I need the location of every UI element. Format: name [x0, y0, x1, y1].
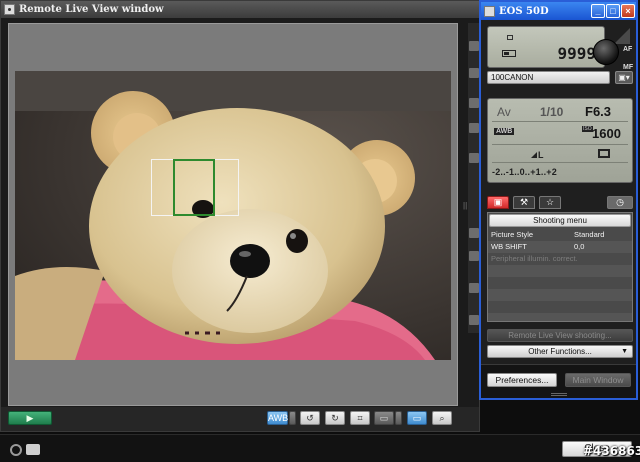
record-indicator-icon [10, 444, 22, 456]
other-functions-label: Other Functions... [528, 347, 592, 356]
menu-row-picture-style[interactable]: Picture Style Standard [488, 229, 632, 241]
eos-title: EOS 50D [499, 5, 549, 17]
computer-icon[interactable] [598, 149, 610, 158]
iso-value[interactable]: 1600 [592, 126, 621, 141]
strip-icon[interactable] [469, 228, 479, 238]
eos-50d-window: EOS 50D _ □ × 9999 AF MF 100CANON ▣▾ Av … [479, 0, 638, 400]
close-window-button[interactable]: × [621, 4, 635, 18]
lcd-separator [492, 121, 628, 122]
camera-app-icon [4, 4, 15, 15]
shooting-menu-panel: Shooting menu Picture Style Standard WB … [487, 212, 633, 322]
live-view-frame [8, 23, 458, 406]
wb-dropdown-icon[interactable] [289, 411, 296, 425]
rotate-left-icon[interactable]: ↺ [300, 411, 320, 425]
strip-icon[interactable] [469, 41, 479, 51]
focus-mode-wedge [614, 28, 630, 44]
menu-row-wb-shift[interactable]: WB SHIFT 0,0 [488, 241, 632, 253]
watermark: #436863 [583, 444, 640, 458]
folder-field[interactable]: 100CANON [487, 71, 610, 84]
white-balance-button[interactable]: AWB [267, 411, 288, 425]
resize-grip[interactable] [551, 393, 567, 396]
lcd-separator [492, 162, 628, 163]
menu-row-peripheral-illumination[interactable]: Peripheral illumin. correct. [488, 253, 632, 265]
strip-icon[interactable] [469, 153, 479, 163]
eos-titlebar[interactable]: EOS 50D _ □ × [481, 2, 636, 20]
shutter-speed[interactable]: 1/10 [540, 105, 563, 119]
play-button[interactable]: ▶ [8, 411, 52, 425]
camera-app-icon [484, 5, 495, 17]
shooting-menu-header: Shooting menu [489, 214, 631, 227]
tab-tools-icon[interactable]: ⚒ [513, 196, 535, 209]
menu-row-value: 0,0 [574, 242, 585, 251]
shots-remaining: 9999 [557, 44, 596, 63]
shutter-release-dial[interactable] [593, 39, 619, 65]
live-view-toolbar: ▶ AWB ↺ ↻ ⌗ ▭ ▭ ⌕ [1, 407, 479, 431]
main-window-button[interactable]: Main Window [565, 373, 631, 387]
strip-icon[interactable] [469, 283, 479, 293]
aspect-ratio-icon[interactable]: ▭ [374, 411, 394, 425]
rotate-right-icon[interactable]: ↻ [325, 411, 345, 425]
zoom-fit-icon[interactable]: ▭ [407, 411, 427, 425]
image-quality[interactable]: L [531, 150, 544, 160]
menu-row-label: WB SHIFT [491, 242, 527, 251]
tab-shooting-camera-icon[interactable]: ▣ [487, 196, 509, 209]
white-balance[interactable]: AWB [494, 128, 515, 135]
eos-footer: Preferences... Main Window [481, 364, 636, 398]
maximize-button[interactable]: □ [606, 4, 620, 18]
aperture-value[interactable]: F6.3 [585, 104, 611, 119]
menu-row-empty [488, 313, 632, 321]
top-lcd-panel: 9999 [487, 26, 605, 68]
live-view-titlebar[interactable]: Remote Live View window [1, 1, 479, 18]
camera-settings-icon[interactable]: ▣▾ [615, 71, 633, 84]
preferences-button[interactable]: Preferences... [487, 373, 557, 387]
menu-row-label: Peripheral illumin. correct. [491, 254, 578, 263]
chevron-down-icon: ▼ [621, 348, 628, 355]
strip-icon[interactable] [469, 123, 479, 133]
grid-icon[interactable]: ⌗ [350, 411, 370, 425]
menu-row-value: Standard [574, 230, 605, 239]
timer-icon[interactable]: ◷ [607, 196, 633, 209]
minimize-button[interactable]: _ [591, 4, 605, 18]
other-functions-button[interactable]: Other Functions... ▼ [487, 345, 633, 358]
remote-live-view-window: Remote Live View window || ▶ AWB ↺ ↻ ⌗ ▭… [0, 0, 480, 432]
menu-row-empty [488, 265, 632, 277]
zoom-magnifier-icon[interactable]: ⌕ [432, 411, 452, 425]
card-icon [507, 35, 513, 40]
status-bar: Close [0, 434, 640, 462]
camera-connection-icon [26, 444, 40, 455]
settings-tabs: ▣ ⚒ ☆ ◷ [487, 196, 633, 210]
splitter-handle[interactable]: || [463, 201, 467, 213]
live-view-image[interactable] [15, 71, 451, 360]
shooting-mode[interactable]: Av [497, 105, 511, 119]
menu-row-label: Picture Style [491, 230, 534, 239]
live-view-title: Remote Live View window [19, 4, 164, 15]
mf-label: MF [623, 64, 634, 71]
exposure-scale[interactable]: -2..-1..0..+1..+2 [492, 167, 557, 177]
exposure-lcd-panel: Av 1/10 F6.3 AWB ISO 1600 L -2..-1..0..+… [487, 98, 633, 183]
af-point-frame[interactable] [173, 159, 215, 216]
tab-star-icon[interactable]: ☆ [539, 196, 561, 209]
strip-icon[interactable] [469, 315, 479, 325]
af-label: AF [623, 46, 633, 53]
lcd-separator [492, 144, 628, 145]
strip-icon[interactable] [469, 251, 479, 261]
menu-row-empty [488, 289, 632, 301]
strip-icon[interactable] [469, 98, 479, 108]
desktop: Remote Live View window || ▶ AWB ↺ ↻ ⌗ ▭… [0, 0, 640, 462]
strip-icon[interactable] [469, 68, 479, 78]
aspect-dropdown-icon[interactable] [395, 411, 402, 425]
remote-live-view-shooting-button[interactable]: Remote Live View shooting... [487, 329, 633, 342]
battery-icon [502, 50, 516, 57]
